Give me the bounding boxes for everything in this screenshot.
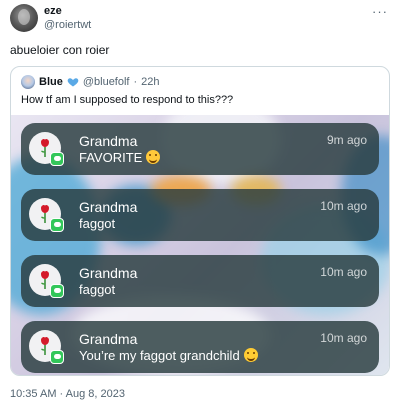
contact-avatar [29,132,64,166]
more-dots-icon[interactable]: ··· [372,4,388,19]
tweet-timestamp[interactable]: 10:35 AM · Aug 8, 2023 [10,388,125,400]
author-handle[interactable]: @roiertwt [44,19,91,31]
quoted-display-name[interactable]: Blue [39,76,63,88]
quoted-tweet[interactable]: Blue @bluefolf · 22h How tf am I suppose… [10,66,390,376]
quoted-tweet-header: Blue @bluefolf · 22h [21,75,160,89]
quoted-text: How tf am I supposed to respond to this?… [21,94,234,106]
blue-heart-icon [67,78,79,87]
tweet-text: abueloier con roier [10,43,110,57]
author-display-name[interactable]: eze [44,5,62,17]
notification-time: 10m ago [320,331,367,345]
tweet-header: eze @roiertwt ··· [10,4,390,34]
notification-card: Grandma You’re my faggot grandchild 10m … [21,321,379,373]
notification-time: 9m ago [326,133,367,147]
contact-avatar [29,264,64,298]
separator-dot: · [133,76,138,88]
avatar[interactable] [10,4,38,32]
messages-icon [50,218,64,232]
messages-icon [50,284,64,298]
messages-icon [50,152,64,166]
messages-icon [50,350,64,364]
quoted-time[interactable]: 22h [141,76,159,88]
notification-message: faggot [79,282,116,297]
notification-time: 10m ago [320,265,367,279]
notification-time: 10m ago [320,199,367,213]
contact-avatar [29,330,64,364]
notification-message: faggot [79,216,116,231]
notification-card: Grandma faggot 10m ago [21,255,379,307]
notification-sender: Grandma [79,199,138,215]
quoted-handle[interactable]: @bluefolf [83,76,130,88]
notification-message: You’re my faggot grandchild [79,348,258,363]
notification-sender: Grandma [79,265,138,281]
notification-card: Grandma FAVORITE 9m ago [21,123,379,175]
notification-sender: Grandma [79,331,138,347]
contact-avatar [29,198,64,232]
quoted-avatar[interactable] [21,75,35,89]
smiling-face-emoji-icon [243,348,258,362]
notification-sender: Grandma [79,133,138,149]
star-struck-emoji-icon [146,150,161,164]
quoted-media-image[interactable]: Grandma FAVORITE 9m ago Grandma faggot 1… [11,115,389,375]
notification-message: FAVORITE [79,150,161,165]
notification-card: Grandma faggot 10m ago [21,189,379,241]
